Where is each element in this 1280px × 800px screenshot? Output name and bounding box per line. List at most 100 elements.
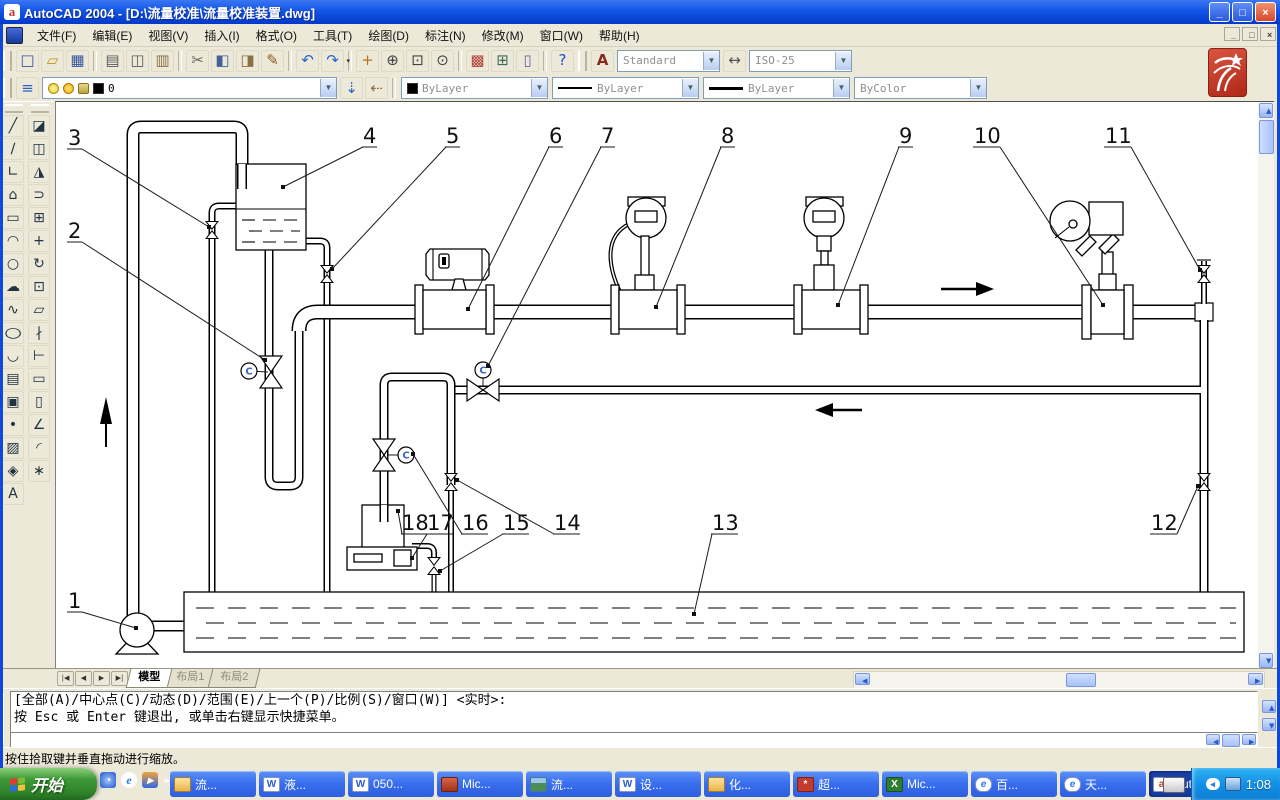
dim-style-manager-button[interactable]: ↔ — [723, 50, 746, 72]
redo-button[interactable]: ↷▾ — [321, 50, 344, 72]
help-button[interactable]: ? — [551, 50, 574, 72]
layer-combo[interactable]: 0 ▼ — [42, 77, 337, 99]
scroll-right-icon[interactable]: ▶ — [1248, 673, 1263, 685]
modify-chamfer[interactable]: ∠ — [28, 414, 50, 436]
layer-thaw-icon[interactable] — [63, 83, 74, 94]
language-tray-icon[interactable]: ◂ — [1206, 778, 1220, 790]
layer-manager-button[interactable]: ≡ — [16, 77, 39, 99]
undo-button[interactable]: ↶▾ — [296, 50, 319, 72]
tool-palettes-button[interactable]: ▯ — [516, 50, 539, 72]
menu-格式O[interactable]: 格式(O) — [248, 24, 305, 47]
modify-scale[interactable]: ⊡ — [28, 276, 50, 298]
zoom-previous-button[interactable]: ⊙ — [431, 50, 454, 72]
layer-lock-icon[interactable] — [78, 83, 89, 94]
modify-stretch[interactable]: ▱ — [28, 299, 50, 321]
tab-nav-3[interactable]: ▶| — [111, 671, 128, 686]
vertical-scrollbar[interactable]: ▲ ▼ — [1258, 101, 1274, 669]
taskbar-button-流[interactable]: 流... — [170, 771, 256, 797]
plotstyle-combo[interactable]: ByColor ▼ — [854, 77, 987, 99]
plot-preview-button[interactable]: ◫ — [126, 50, 149, 72]
draw-arc[interactable]: ◠ — [2, 230, 24, 252]
cmd-hscroll-thumb[interactable] — [1222, 734, 1240, 747]
make-layer-current-button[interactable]: ⇣ — [340, 77, 363, 99]
linetype-combo[interactable]: ByLayer ▼ — [552, 77, 699, 99]
modify-fillet[interactable]: ◜ — [28, 437, 50, 459]
modify-explode[interactable]: ∗ — [28, 460, 50, 482]
drawing-canvas[interactable]: CCC 123456789101112131415161718 — [55, 101, 1259, 669]
modify-break[interactable]: ▯ — [28, 391, 50, 413]
scroll-left-icon[interactable]: ◀ — [855, 673, 870, 685]
cut-button[interactable]: ✂ — [186, 50, 209, 72]
menu-修改M[interactable]: 修改(M) — [474, 24, 532, 47]
draw-spline[interactable]: ∿ — [2, 299, 24, 321]
new-file-button[interactable]: □ — [16, 50, 39, 72]
chevron-down-icon[interactable]: ▼ — [682, 79, 698, 97]
app-icon[interactable]: ◔ — [100, 772, 116, 788]
taskbar-button-050[interactable]: W050... — [348, 771, 434, 797]
chevron-down-icon[interactable]: ▼ — [970, 79, 986, 97]
chevron-down-icon[interactable]: ▼ — [835, 52, 851, 70]
draw-circle[interactable]: ○ — [2, 253, 24, 275]
modify-mirror[interactable]: ◮ — [28, 161, 50, 183]
dim-style-combo[interactable]: ISO-25 ▼ — [749, 50, 852, 72]
zoom-realtime-button[interactable]: ⊕ — [381, 50, 404, 72]
tab-nav-2[interactable]: ▶ — [93, 671, 110, 686]
draw-ellipse-arc[interactable]: ◡ — [2, 345, 24, 367]
modify-erase[interactable]: ◪ — [28, 115, 50, 137]
menu-标注N[interactable]: 标注(N) — [417, 24, 474, 47]
internet-explorer-icon[interactable]: e — [121, 772, 137, 788]
toolbar-grip[interactable] — [578, 51, 587, 71]
scroll-down-icon[interactable]: ▼ — [1259, 653, 1273, 668]
menu-绘图D[interactable]: 绘图(D) — [360, 24, 417, 47]
layer-previous-button[interactable]: ⇠ — [365, 77, 388, 99]
menu-编辑E[interactable]: 编辑(E) — [84, 24, 140, 47]
save-file-button[interactable]: ▦ — [66, 50, 89, 72]
cmd-scroll-left-icon[interactable]: ◀ — [1206, 734, 1220, 745]
draw-region[interactable]: ◈ — [2, 460, 24, 482]
taskbar-button-流[interactable]: 流... — [526, 771, 612, 797]
publish-button[interactable]: ▥ — [151, 50, 174, 72]
doc-close-button[interactable]: × — [1260, 27, 1276, 41]
draw-make-block[interactable]: ▣ — [2, 391, 24, 413]
draw-insert-block[interactable]: ▤ — [2, 368, 24, 390]
drawing-window-icon[interactable] — [6, 27, 23, 44]
menu-窗口W[interactable]: 窗口(W) — [532, 24, 591, 47]
maximize-button[interactable]: □ — [1232, 2, 1253, 22]
menu-插入I[interactable]: 插入(I) — [196, 24, 247, 47]
media-player-icon[interactable]: ▸ — [142, 772, 158, 788]
command-history[interactable]: [全部(A)/中心点(C)/动态(D)/范围(E)/上一个(P)/比例(S)/窗… — [10, 691, 1258, 733]
command-input[interactable] — [10, 732, 1258, 748]
pan-button[interactable]: + — [356, 50, 379, 72]
network-tray-icon[interactable] — [1225, 777, 1241, 791]
taskbar-button-化[interactable]: 化... — [704, 771, 790, 797]
menu-文件F[interactable]: 文件(F) — [29, 24, 84, 47]
minimize-button[interactable]: _ — [1209, 2, 1230, 22]
menu-视图V[interactable]: 视图(V) — [140, 24, 196, 47]
properties-button[interactable]: ▩ — [466, 50, 489, 72]
modify-copy[interactable]: ◫ — [28, 138, 50, 160]
copy-button[interactable]: ◧ — [211, 50, 234, 72]
chevron-down-icon[interactable]: ▼ — [531, 79, 547, 97]
draw-polyline[interactable]: ∟ — [2, 161, 24, 183]
toolbar-grip[interactable] — [5, 104, 23, 113]
draw-mtext[interactable]: A — [2, 483, 24, 505]
plot-button[interactable]: ▤ — [101, 50, 124, 72]
menu-工具T[interactable]: 工具(T) — [305, 24, 360, 47]
tab-nav-0[interactable]: |◀ — [57, 671, 74, 686]
open-file-button[interactable]: ▱ — [41, 50, 64, 72]
designcenter-button[interactable]: ⊞ — [491, 50, 514, 72]
cmd-scroll-right-icon[interactable]: ▶ — [1242, 734, 1256, 745]
draw-polygon[interactable]: ⌂ — [2, 184, 24, 206]
cmd-scroll-up-icon[interactable]: ▲ — [1262, 700, 1276, 713]
toolbar-grip[interactable] — [3, 78, 12, 98]
zoom-window-button[interactable]: ⊡ — [406, 50, 429, 72]
hscroll-thumb[interactable] — [1066, 673, 1096, 687]
layer-on-icon[interactable] — [48, 83, 59, 94]
tab-nav-1[interactable]: ◀ — [75, 671, 92, 686]
taskbar-button-液[interactable]: W液... — [259, 771, 345, 797]
taskbar-button-设[interactable]: W设... — [615, 771, 701, 797]
modify-offset[interactable]: ⊃ — [28, 184, 50, 206]
modify-break-point[interactable]: ▭ — [28, 368, 50, 390]
draw-hatch[interactable]: ▨ — [2, 437, 24, 459]
draw-rectangle[interactable]: ▭ — [2, 207, 24, 229]
